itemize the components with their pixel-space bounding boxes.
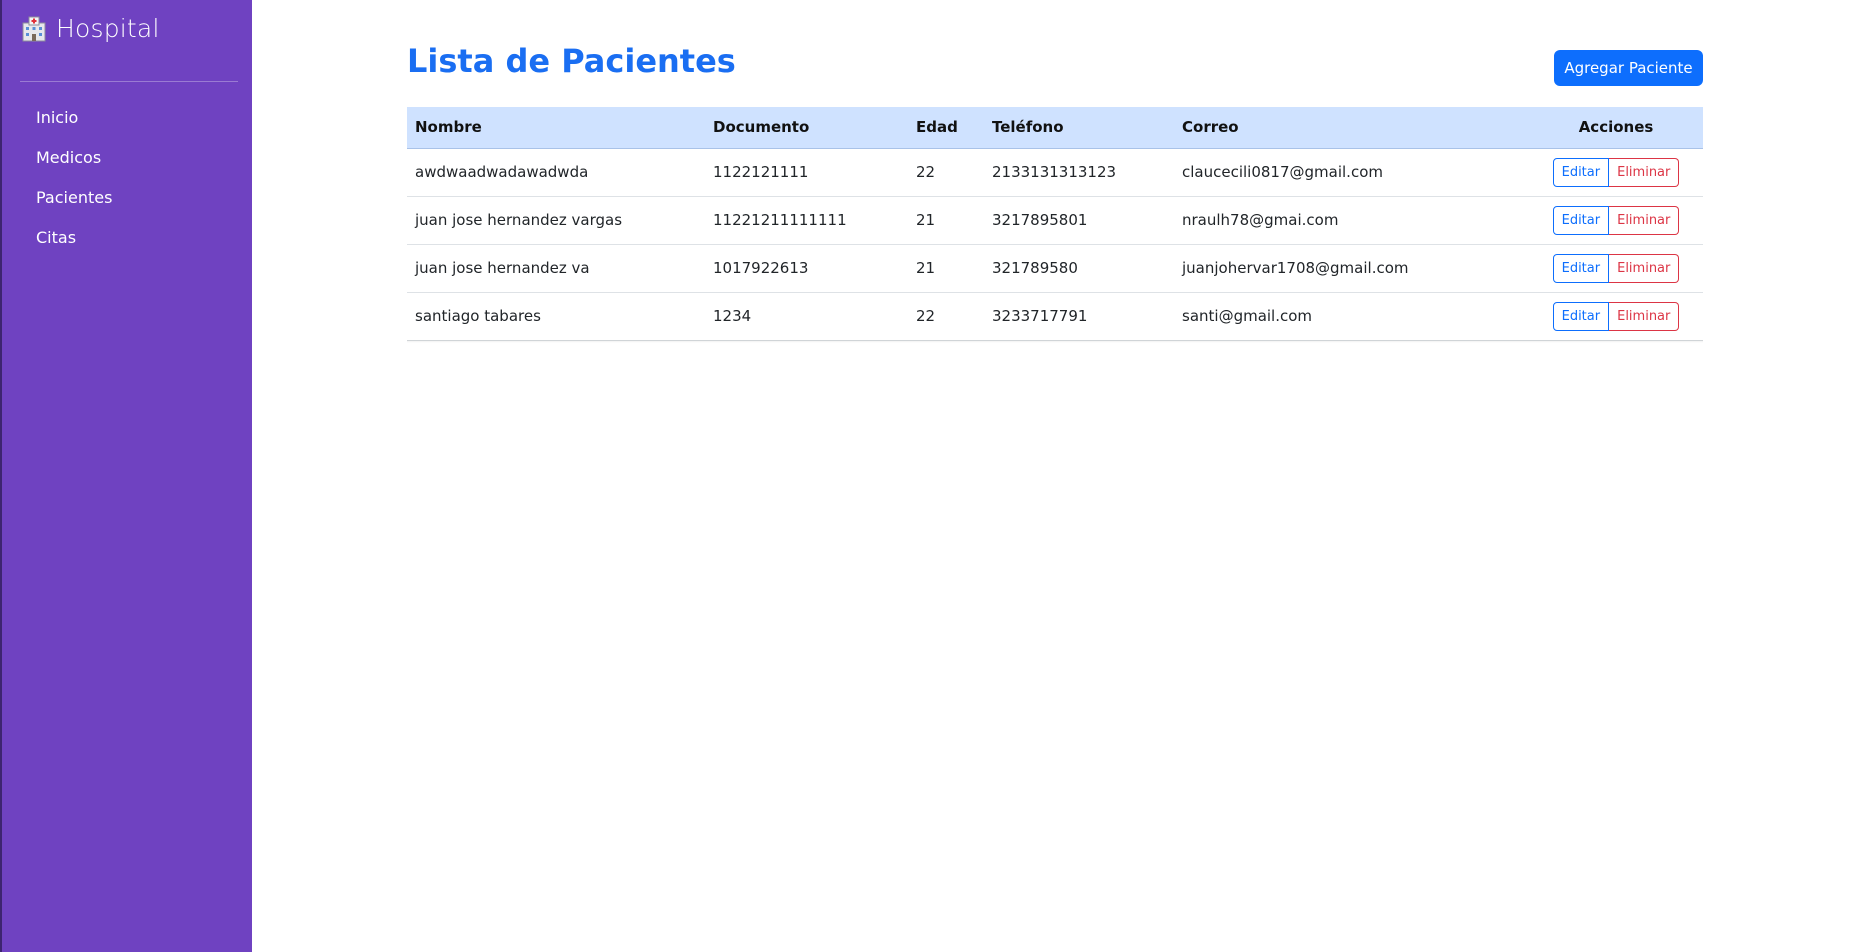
cell-nombre: juan jose hernandez vargas — [415, 211, 623, 229]
cell-acciones: Editar Eliminar — [1529, 196, 1703, 244]
table-row: juan jose hernandez vargas 1122121111111… — [407, 196, 1703, 244]
edit-button[interactable]: Editar — [1552, 157, 1610, 187]
column-header-documento: Documento — [705, 107, 908, 149]
sidebar: Hospital Inicio Medicos Pacientes Citas — [0, 0, 252, 952]
cell-correo: claucecili0817@gmail.com — [1182, 163, 1383, 181]
add-patient-button[interactable]: Agregar Paciente — [1554, 50, 1703, 86]
cell-correo: nraulh78@gmai.com — [1182, 211, 1339, 229]
table-body: awdwaadwadawadwda 1122121111 22 21331313… — [407, 148, 1703, 340]
row-actions: Editar Eliminar — [1552, 205, 1680, 235]
column-header-nombre: Nombre — [407, 107, 705, 149]
cell-telefono: 321789580 — [992, 259, 1078, 277]
hospital-icon — [20, 16, 48, 42]
cell-edad: 22 — [916, 307, 936, 325]
sidebar-item-pacientes[interactable]: Pacientes — [20, 177, 238, 217]
cell-documento: 1234 — [713, 307, 752, 325]
cell-correo: juanjohervar1708@gmail.com — [1182, 259, 1409, 277]
sidebar-item-label: Citas — [36, 227, 77, 247]
cell-edad: 22 — [916, 163, 936, 181]
row-actions: Editar Eliminar — [1552, 253, 1680, 283]
cell-telefono: 3233717791 — [992, 307, 1088, 325]
row-actions: Editar Eliminar — [1552, 157, 1680, 187]
column-header-telefono: Teléfono — [984, 107, 1174, 149]
main-content: Lista de Pacientes Agregar Paciente Nomb… — [252, 0, 1851, 952]
cell-acciones: Editar Eliminar — [1529, 148, 1703, 196]
column-header-edad: Edad — [908, 107, 984, 149]
sidebar-item-label: Medicos — [36, 147, 102, 167]
edit-button[interactable]: Editar — [1552, 301, 1610, 331]
cell-nombre: santiago tabares — [415, 307, 541, 325]
table-header-row: Nombre Documento Edad Teléfono Correo Ac… — [407, 107, 1703, 149]
cell-telefono: 3217895801 — [992, 211, 1088, 229]
brand[interactable]: Hospital — [20, 14, 160, 43]
edit-button[interactable]: Editar — [1552, 205, 1610, 235]
edit-button[interactable]: Editar — [1552, 253, 1610, 283]
page-title: Lista de Pacientes — [407, 42, 736, 80]
cell-telefono: 2133131313123 — [992, 163, 1117, 181]
sidebar-item-medicos[interactable]: Medicos — [20, 137, 238, 177]
patients-table: Nombre Documento Edad Teléfono Correo Ac… — [407, 107, 1703, 341]
cell-acciones: Editar Eliminar — [1529, 244, 1703, 292]
cell-documento: 1122121111 — [713, 163, 809, 181]
delete-button[interactable]: Eliminar — [1609, 301, 1680, 331]
app: Hospital Inicio Medicos Pacientes Citas … — [0, 0, 1851, 952]
table-header: Nombre Documento Edad Teléfono Correo Ac… — [407, 107, 1703, 149]
cell-correo: santi@gmail.com — [1182, 307, 1313, 325]
delete-button[interactable]: Eliminar — [1609, 205, 1680, 235]
sidebar-item-label: Pacientes — [36, 187, 113, 207]
sidebar-item-label: Inicio — [36, 107, 79, 127]
row-actions: Editar Eliminar — [1552, 301, 1680, 331]
column-header-correo: Correo — [1174, 107, 1529, 149]
sidebar-item-citas[interactable]: Citas — [20, 217, 238, 257]
table-row: santiago tabares 1234 22 3233717791 sant… — [407, 292, 1703, 340]
table-row: awdwaadwadawadwda 1122121111 22 21331313… — [407, 148, 1703, 196]
table-shadow — [407, 340, 1703, 343]
cell-edad: 21 — [916, 211, 936, 229]
cell-documento: 1017922613 — [713, 259, 809, 277]
cell-acciones: Editar Eliminar — [1529, 292, 1703, 340]
sidebar-divider — [20, 81, 238, 82]
cell-nombre: awdwaadwadawadwda — [415, 163, 589, 181]
cell-edad: 21 — [916, 259, 936, 277]
table-row: juan jose hernandez va 1017922613 21 321… — [407, 244, 1703, 292]
delete-button[interactable]: Eliminar — [1609, 157, 1680, 187]
sidebar-item-inicio[interactable]: Inicio — [20, 97, 238, 137]
column-header-acciones: Acciones — [1529, 107, 1703, 149]
delete-button[interactable]: Eliminar — [1609, 253, 1680, 283]
sidebar-nav: Inicio Medicos Pacientes Citas — [20, 97, 238, 257]
cell-documento: 11221211111111 — [713, 211, 847, 229]
brand-label: Hospital — [56, 14, 160, 43]
cell-nombre: juan jose hernandez va — [415, 259, 590, 277]
